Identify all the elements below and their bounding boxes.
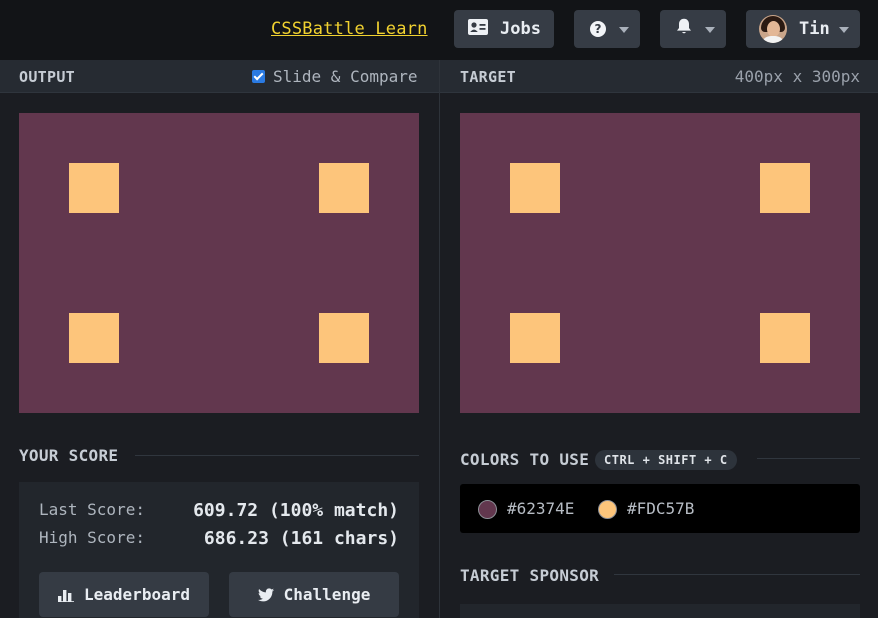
help-circle-icon: ? [590, 21, 606, 37]
id-card-icon [468, 18, 488, 40]
output-square [69, 313, 119, 363]
output-panel-header: OUTPUT Slide & Compare [0, 60, 439, 93]
avatar [759, 15, 787, 43]
color-swatch[interactable] [598, 500, 617, 519]
help-menu-button[interactable]: ? [574, 10, 640, 48]
chevron-down-icon [619, 27, 629, 33]
last-score-label: Last Score: [39, 500, 145, 519]
twitter-icon [257, 587, 274, 602]
user-menu-button[interactable]: Tin [746, 10, 860, 48]
output-square [319, 313, 369, 363]
target-panel-header: TARGET 400px x 300px [440, 60, 878, 93]
high-score-label: High Score: [39, 528, 145, 547]
colors-panel: #62374E #FDC57B [460, 484, 860, 533]
section-divider [135, 455, 419, 456]
colors-heading: COLORS TO USE [460, 450, 590, 469]
output-square [319, 163, 369, 213]
target-square [760, 163, 810, 213]
target-square [510, 313, 560, 363]
bar-chart-icon [58, 588, 75, 602]
copy-colors-shortcut-badge: CTRL + SHIFT + C [595, 450, 737, 470]
challenge-button[interactable]: Challenge [229, 572, 399, 617]
output-canvas[interactable] [19, 113, 419, 413]
jobs-button[interactable]: Jobs [454, 10, 554, 48]
panel-divider[interactable] [439, 60, 440, 618]
section-divider [757, 458, 860, 459]
your-score-heading: YOUR SCORE [19, 446, 119, 465]
color-hex[interactable]: #62374E [507, 499, 574, 518]
output-title: OUTPUT [19, 68, 75, 86]
bell-icon [676, 18, 692, 40]
leaderboard-button[interactable]: Leaderboard [39, 572, 209, 617]
target-canvas [460, 113, 860, 413]
high-score-value: 686.23 (161 chars) [203, 528, 399, 549]
target-square [760, 313, 810, 363]
target-dimensions: 400px x 300px [734, 67, 860, 86]
color-swatch[interactable] [478, 500, 497, 519]
color-hex[interactable]: #FDC57B [627, 499, 694, 518]
slide-compare-checkbox[interactable] [252, 70, 265, 83]
notifications-button[interactable] [660, 10, 726, 48]
slide-compare-label: Slide & Compare [273, 67, 418, 86]
leaderboard-label: Leaderboard [84, 585, 190, 604]
sponsor-panel [460, 604, 860, 618]
target-sponsor-heading: TARGET SPONSOR [460, 566, 600, 585]
target-title: TARGET [460, 68, 516, 86]
user-name: Tin [799, 19, 830, 39]
target-square [510, 163, 560, 213]
top-bar: CSSBattle Learn Jobs ? Tin [0, 0, 878, 60]
challenge-label: Challenge [283, 585, 371, 604]
score-panel: Last Score: 609.72 (100% match) High Sco… [19, 482, 419, 618]
slide-compare-toggle[interactable]: Slide & Compare [252, 67, 418, 86]
jobs-label: Jobs [500, 19, 541, 39]
cssbattle-learn-link[interactable]: CSSBattle Learn [271, 19, 428, 39]
last-score-value: 609.72 (100% match) [193, 500, 399, 521]
chevron-down-icon [839, 27, 849, 33]
section-divider [614, 574, 860, 575]
output-square [69, 163, 119, 213]
chevron-down-icon [705, 27, 715, 33]
